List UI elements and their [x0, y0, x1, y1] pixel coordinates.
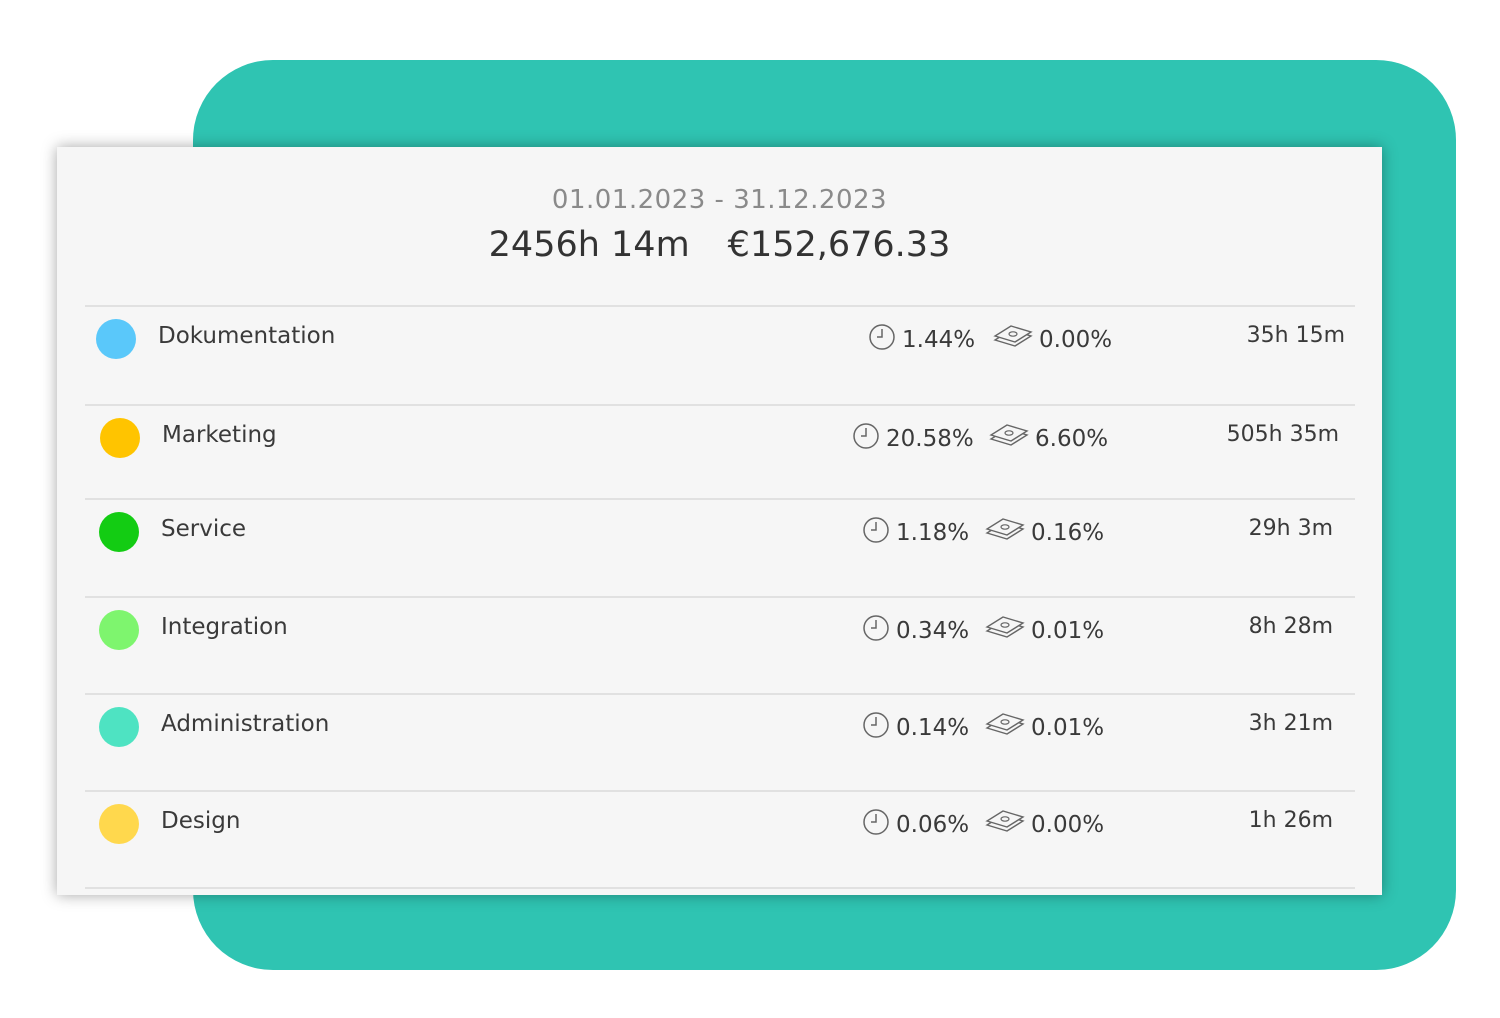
- money-stack-icon: [985, 615, 1031, 647]
- category-name: Dokumentation: [158, 323, 336, 349]
- money-share: 0.16%: [985, 518, 1104, 548]
- money-stack-icon: [993, 324, 1039, 356]
- clock-icon: [862, 808, 896, 842]
- category-name: Design: [161, 808, 241, 834]
- time-share: 0.34%: [862, 614, 970, 648]
- money-share-value: 6.60%: [1035, 426, 1109, 452]
- category-row-administration[interactable]: Administration 0.14% 0.01% 3h 21m: [85, 693, 1355, 791]
- category-color-dot: [100, 418, 140, 458]
- clock-icon: [868, 323, 902, 357]
- time-share: 20.58%: [852, 422, 974, 456]
- time-share: 1.18%: [862, 516, 970, 550]
- time-share-value: 1.44%: [902, 327, 976, 353]
- category-name: Marketing: [162, 422, 277, 448]
- totals: 2456h 14m €152,676.33: [57, 225, 1382, 265]
- report-header: 01.01.2023 - 31.12.2023 2456h 14m €152,67…: [57, 185, 1382, 265]
- time-share: 1.44%: [868, 323, 976, 357]
- money-stack-icon: [989, 423, 1035, 455]
- category-row-dokumentation[interactable]: Dokumentation 1.44% 0.00% 35h 15m: [85, 305, 1355, 403]
- total-amount: €152,676.33: [727, 225, 951, 265]
- category-row-service[interactable]: Service 1.18% 0.16% 29h 3m: [85, 498, 1355, 596]
- category-color-dot: [99, 512, 139, 552]
- category-name: Integration: [161, 614, 288, 640]
- category-color-dot: [99, 804, 139, 844]
- money-stack-icon: [985, 712, 1031, 744]
- category-row-integration[interactable]: Integration 0.34% 0.01% 8h 28m: [85, 596, 1355, 694]
- money-share: 0.01%: [985, 713, 1104, 743]
- money-share-value: 0.00%: [1039, 327, 1113, 353]
- time-share-value: 20.58%: [886, 426, 974, 452]
- total-time: 2456h 14m: [488, 225, 690, 265]
- category-duration: 29h 3m: [1248, 516, 1333, 541]
- money-share-value: 0.00%: [1031, 812, 1105, 838]
- clock-icon: [852, 422, 886, 456]
- money-share-value: 0.01%: [1031, 715, 1105, 741]
- category-color-dot: [96, 319, 136, 359]
- category-name: Administration: [161, 711, 330, 737]
- money-share: 0.00%: [985, 810, 1104, 840]
- category-duration: 3h 21m: [1248, 711, 1333, 736]
- category-duration: 8h 28m: [1248, 614, 1333, 639]
- clock-icon: [862, 614, 896, 648]
- time-share-value: 0.14%: [896, 715, 970, 741]
- clock-icon: [862, 711, 896, 745]
- category-row-design[interactable]: Design 0.06% 0.00% 1h 26m: [85, 790, 1355, 888]
- time-report-card: 01.01.2023 - 31.12.2023 2456h 14m €152,67…: [57, 147, 1382, 895]
- category-duration: 505h 35m: [1226, 422, 1339, 447]
- time-share: 0.06%: [862, 808, 970, 842]
- time-share-value: 1.18%: [896, 520, 970, 546]
- date-range: 01.01.2023 - 31.12.2023: [551, 185, 888, 215]
- category-duration: 35h 15m: [1246, 323, 1345, 348]
- time-share-value: 0.34%: [896, 618, 970, 644]
- clock-icon: [862, 516, 896, 550]
- money-share: 0.00%: [993, 325, 1112, 355]
- money-share-value: 0.01%: [1031, 618, 1105, 644]
- money-share: 6.60%: [989, 424, 1108, 454]
- category-color-dot: [99, 707, 139, 747]
- category-color-dot: [99, 610, 139, 650]
- money-share-value: 0.16%: [1031, 520, 1105, 546]
- money-stack-icon: [985, 517, 1031, 549]
- money-stack-icon: [985, 809, 1031, 841]
- category-name: Service: [161, 516, 247, 542]
- row-divider: [85, 887, 1355, 889]
- time-share-value: 0.06%: [896, 812, 970, 838]
- time-share: 0.14%: [862, 711, 970, 745]
- money-share: 0.01%: [985, 616, 1104, 646]
- category-row-marketing[interactable]: Marketing 20.58% 6.60% 505h 35m: [85, 404, 1355, 502]
- category-duration: 1h 26m: [1248, 808, 1333, 833]
